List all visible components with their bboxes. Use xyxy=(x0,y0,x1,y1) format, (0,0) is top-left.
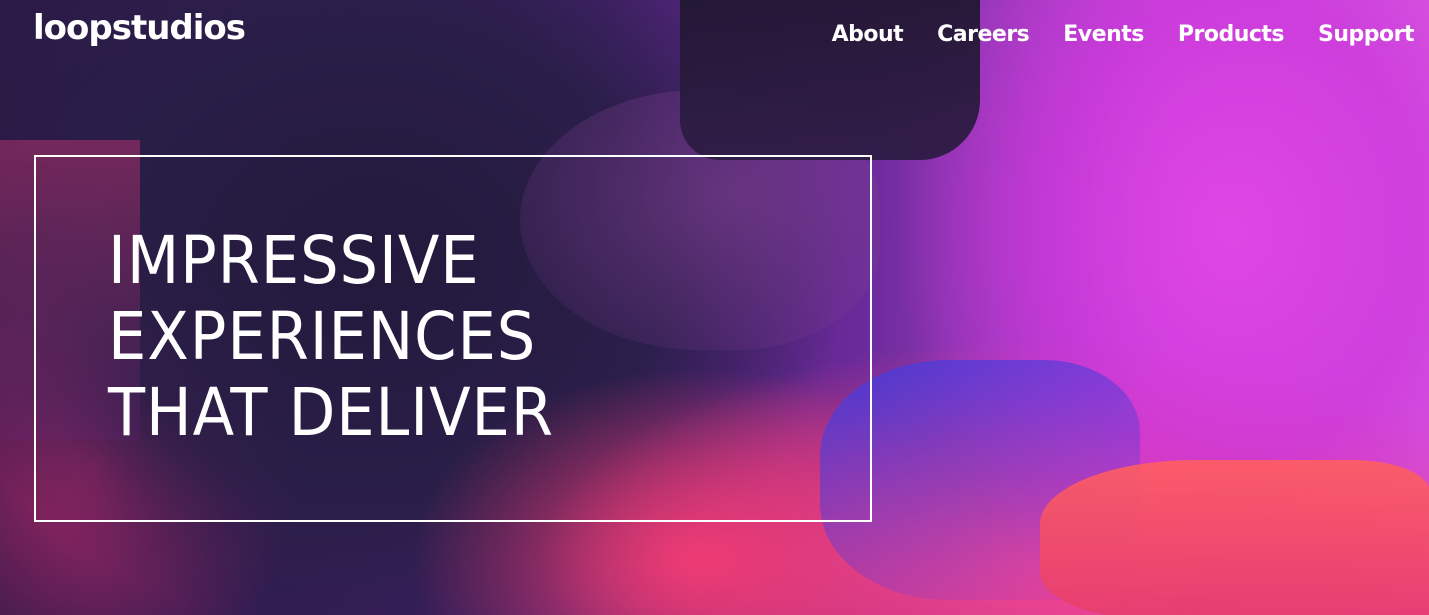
hero-title-line-3: THAT DELIVER xyxy=(108,374,554,451)
hero-title-line-2: EXPERIENCES xyxy=(108,298,537,375)
main-nav: About Careers Events Products Support xyxy=(832,22,1415,47)
hero-section: loopstudios About Careers Events Product… xyxy=(0,0,1429,615)
nav-item-products: Products xyxy=(1178,22,1285,47)
nav-link-careers[interactable]: Careers xyxy=(937,22,1030,47)
nav-item-events: Events xyxy=(1063,22,1144,47)
nav-link-events[interactable]: Events xyxy=(1063,22,1144,47)
nav-link-about[interactable]: About xyxy=(832,22,904,47)
hero-title-line-1: IMPRESSIVE xyxy=(108,222,480,299)
nav-link-products[interactable]: Products xyxy=(1178,22,1285,47)
nav-link-support[interactable]: Support xyxy=(1318,22,1414,47)
nav-item-about: About xyxy=(832,22,904,47)
nav-item-support: Support xyxy=(1318,22,1414,47)
site-header: loopstudios About Careers Events Product… xyxy=(0,0,1429,76)
logo-link[interactable]: loopstudios xyxy=(33,8,246,48)
background-photo-hand xyxy=(1040,460,1429,615)
hero-title: IMPRESSIVE EXPERIENCES THAT DELIVER xyxy=(108,223,593,451)
nav-item-careers: Careers xyxy=(937,22,1030,47)
hero-headline-box: IMPRESSIVE EXPERIENCES THAT DELIVER xyxy=(34,155,872,522)
